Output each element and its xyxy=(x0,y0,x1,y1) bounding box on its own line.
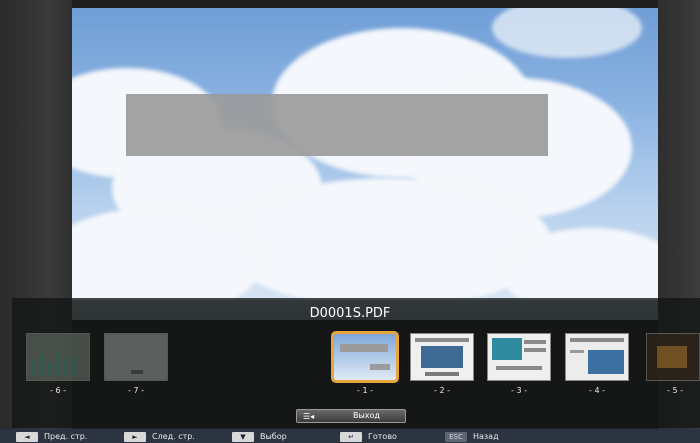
thumbnail-page-2[interactable] xyxy=(410,333,474,381)
thumbnail-page-3[interactable] xyxy=(487,333,551,381)
footer-next-page: ► След. стр. xyxy=(124,431,195,442)
thumbnail-page-6[interactable] xyxy=(26,333,90,381)
enter-key-icon: ↵ xyxy=(340,431,362,442)
footer-prev-page: ◄ Пред. стр. xyxy=(16,431,87,442)
file-name-label: D0001S.PDF xyxy=(309,306,391,321)
slide-title-placeholder xyxy=(126,94,548,156)
key-guide-footer: ◄ Пред. стр. ► След. стр. ▼ Выбор ↵ Гото… xyxy=(0,429,700,443)
thumbnail-page-1[interactable] xyxy=(331,331,399,383)
footer-select: ▼ Выбор xyxy=(232,431,287,442)
thumbnail-page-4[interactable] xyxy=(565,333,629,381)
thumbnail-label: - 1 - xyxy=(357,386,373,395)
thumbnail-page-5[interactable] xyxy=(646,333,700,381)
footer-label: Выбор xyxy=(260,432,287,441)
thumbnail-label: - 4 - xyxy=(589,386,605,395)
esc-key-icon: ESC xyxy=(445,431,467,442)
thumbnail-label: - 3 - xyxy=(511,386,527,395)
right-arrow-key-icon: ► xyxy=(124,431,146,442)
footer-label: Назад xyxy=(473,432,499,441)
current-slide-preview xyxy=(72,8,658,300)
thumbnail-label: - 6 - xyxy=(50,386,66,395)
thumbnail-label: - 7 - xyxy=(128,386,144,395)
footer-done: ↵ Готово xyxy=(340,431,397,442)
footer-label: Пред. стр. xyxy=(44,432,88,441)
exit-button[interactable]: ☰◂ Выход xyxy=(296,409,406,423)
left-arrow-key-icon: ◄ xyxy=(16,431,38,442)
thumbnail-page-7[interactable] xyxy=(104,333,168,381)
footer-label: След. стр. xyxy=(152,432,195,441)
down-arrow-key-icon: ▼ xyxy=(232,431,254,442)
thumbnail-label: - 5 - xyxy=(667,386,683,395)
pdf-viewer-screen: D0001S.PDF - 6 - - 7 - - 1 - - 2 - - 3 - xyxy=(0,0,700,443)
thumbnail-label: - 2 - xyxy=(434,386,450,395)
exit-button-label: Выход xyxy=(353,411,380,420)
footer-back: ESC Назад xyxy=(445,431,499,442)
footer-label: Готово xyxy=(368,432,397,441)
menu-key-icon: ☰◂ xyxy=(303,412,315,421)
